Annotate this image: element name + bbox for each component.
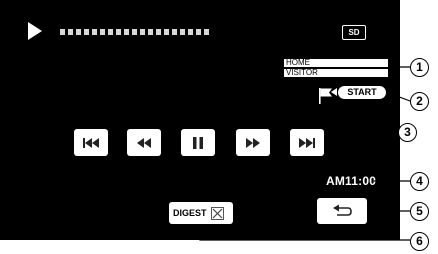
callout-5: 5 — [410, 202, 429, 221]
sd-card-icon: SD — [342, 25, 366, 40]
scoreboard: HOME VISITOR — [284, 59, 388, 79]
clock-time: AM11:00 — [326, 174, 377, 188]
return-arrow-icon — [333, 204, 352, 216]
skip-next-icon — [299, 137, 315, 148]
play-icon — [28, 22, 42, 40]
pause-icon — [193, 136, 203, 149]
visitor-label: VISITOR — [284, 69, 388, 77]
callout-4: 4 — [410, 172, 429, 191]
skip-previous-icon — [83, 137, 99, 148]
callout-6: 6 — [410, 232, 429, 251]
playback-screen: SD HOME VISITOR START AM11:00 DIGEST — [0, 0, 400, 240]
pause-button[interactable] — [181, 129, 215, 156]
fast-forward-button[interactable] — [236, 129, 270, 156]
callout-2: 2 — [410, 92, 429, 111]
callout-3: 3 — [398, 123, 417, 142]
rewind-button[interactable] — [127, 129, 161, 156]
rewind-icon — [137, 137, 151, 148]
callout-1: 1 — [410, 58, 429, 77]
start-badge: START — [331, 86, 386, 99]
back-button[interactable] — [317, 198, 367, 224]
home-label: HOME — [284, 59, 388, 67]
digest-label: DIGEST — [173, 208, 207, 218]
skip-next-button[interactable] — [290, 129, 324, 156]
close-icon — [210, 206, 224, 220]
skip-previous-button[interactable] — [74, 129, 108, 156]
fast-forward-icon — [246, 137, 260, 148]
filename-placeholder — [60, 29, 209, 35]
digest-button[interactable]: DIGEST — [169, 202, 233, 224]
